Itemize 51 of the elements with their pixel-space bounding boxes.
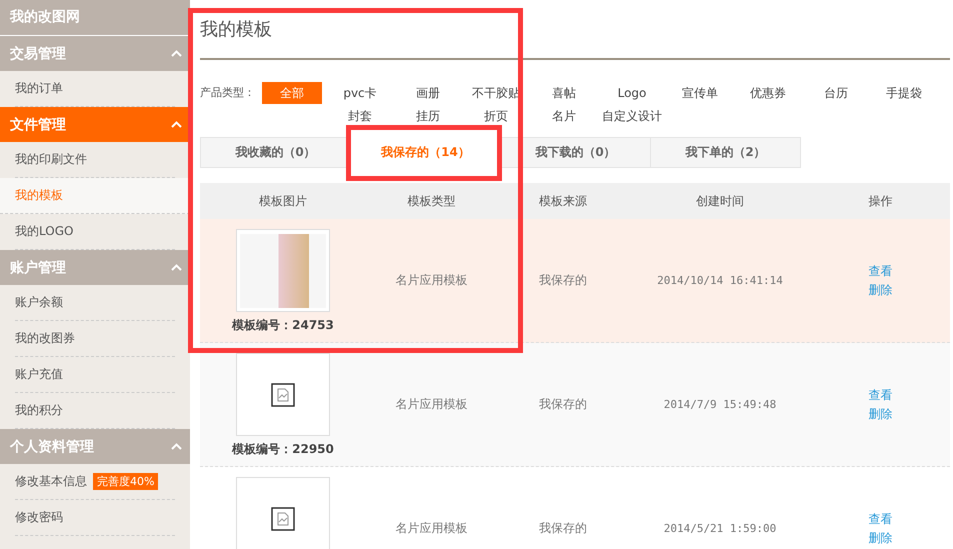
filter-label: 产品类型：: [200, 85, 256, 101]
tab[interactable]: 我下单的（2）: [650, 137, 801, 168]
category-option[interactable]: 名片: [534, 105, 594, 127]
chevron-up-icon: [171, 50, 182, 57]
template-number: 模板编号：22950: [232, 441, 334, 458]
chevron-up-icon: [171, 264, 182, 271]
table-cell-text: 我保存的: [538, 520, 588, 537]
category-option[interactable]: 画册: [398, 82, 458, 104]
table-cell-text: 名片应用模板: [394, 272, 468, 289]
sidebar-item[interactable]: 我的改图券: [15, 330, 75, 347]
column-header: 模板类型: [406, 192, 456, 210]
sidebar-item[interactable]: 我的订单: [15, 80, 63, 97]
category-option[interactable]: Logo: [602, 82, 662, 104]
category-option[interactable]: 自定义设计: [602, 105, 662, 127]
column-header: 操作: [868, 192, 894, 210]
table-cell-text: 2014/7/9 15:49:48: [662, 398, 778, 411]
category-option[interactable]: 封套: [330, 105, 390, 127]
column-header: 模板来源: [538, 192, 588, 210]
table-cell-text: 名片应用模板: [394, 520, 468, 537]
template-thumbnail[interactable]: [236, 477, 330, 549]
sidebar-item[interactable]: 账户余额: [15, 294, 63, 311]
chevron-up-icon: [171, 443, 182, 450]
category-option[interactable]: 优惠券: [738, 82, 798, 104]
sidebar-item[interactable]: 我的印刷文件: [15, 151, 87, 168]
column-header: 创建时间: [695, 192, 745, 210]
category-option[interactable]: 折页: [466, 105, 526, 127]
chevron-up-icon: [171, 121, 182, 128]
category-option[interactable]: 宣传单: [670, 82, 730, 104]
template-number: 模板编号：24753: [232, 317, 334, 334]
sidebar-item[interactable]: 修改基本信息: [15, 473, 87, 490]
category-option[interactable]: 台历: [806, 82, 866, 104]
table-cell-text: 我保存的: [538, 396, 588, 413]
page-title: 我的模板: [200, 0, 950, 60]
sidebar-item[interactable]: 我的积分: [15, 402, 63, 419]
category-option[interactable]: 手提袋: [874, 82, 934, 104]
sidebar-item[interactable]: 修改密码: [15, 509, 63, 526]
broken-image-icon: [271, 382, 295, 406]
category-option[interactable]: pvc卡: [330, 82, 390, 104]
completion-badge: 完善度40%: [93, 473, 158, 490]
table-cell-text: 名片应用模板: [394, 396, 468, 413]
category-option[interactable]: 挂历: [398, 105, 458, 127]
table-cell-text: 我保存的: [538, 272, 588, 289]
sidebar-item[interactable]: 我的LOGO: [15, 223, 74, 240]
table-cell-text: 2014/5/21 1:59:00: [662, 522, 778, 535]
sidebar-item[interactable]: 账户充值: [15, 366, 63, 383]
column-header: 模板图片: [258, 192, 308, 210]
table-cell-text: 2014/10/14 16:41:14: [656, 274, 784, 287]
broken-image-icon: [271, 506, 295, 530]
category-option[interactable]: 喜帖: [534, 82, 594, 104]
tab[interactable]: 我下载的（0）: [500, 137, 651, 168]
template-thumbnail[interactable]: [236, 353, 330, 436]
